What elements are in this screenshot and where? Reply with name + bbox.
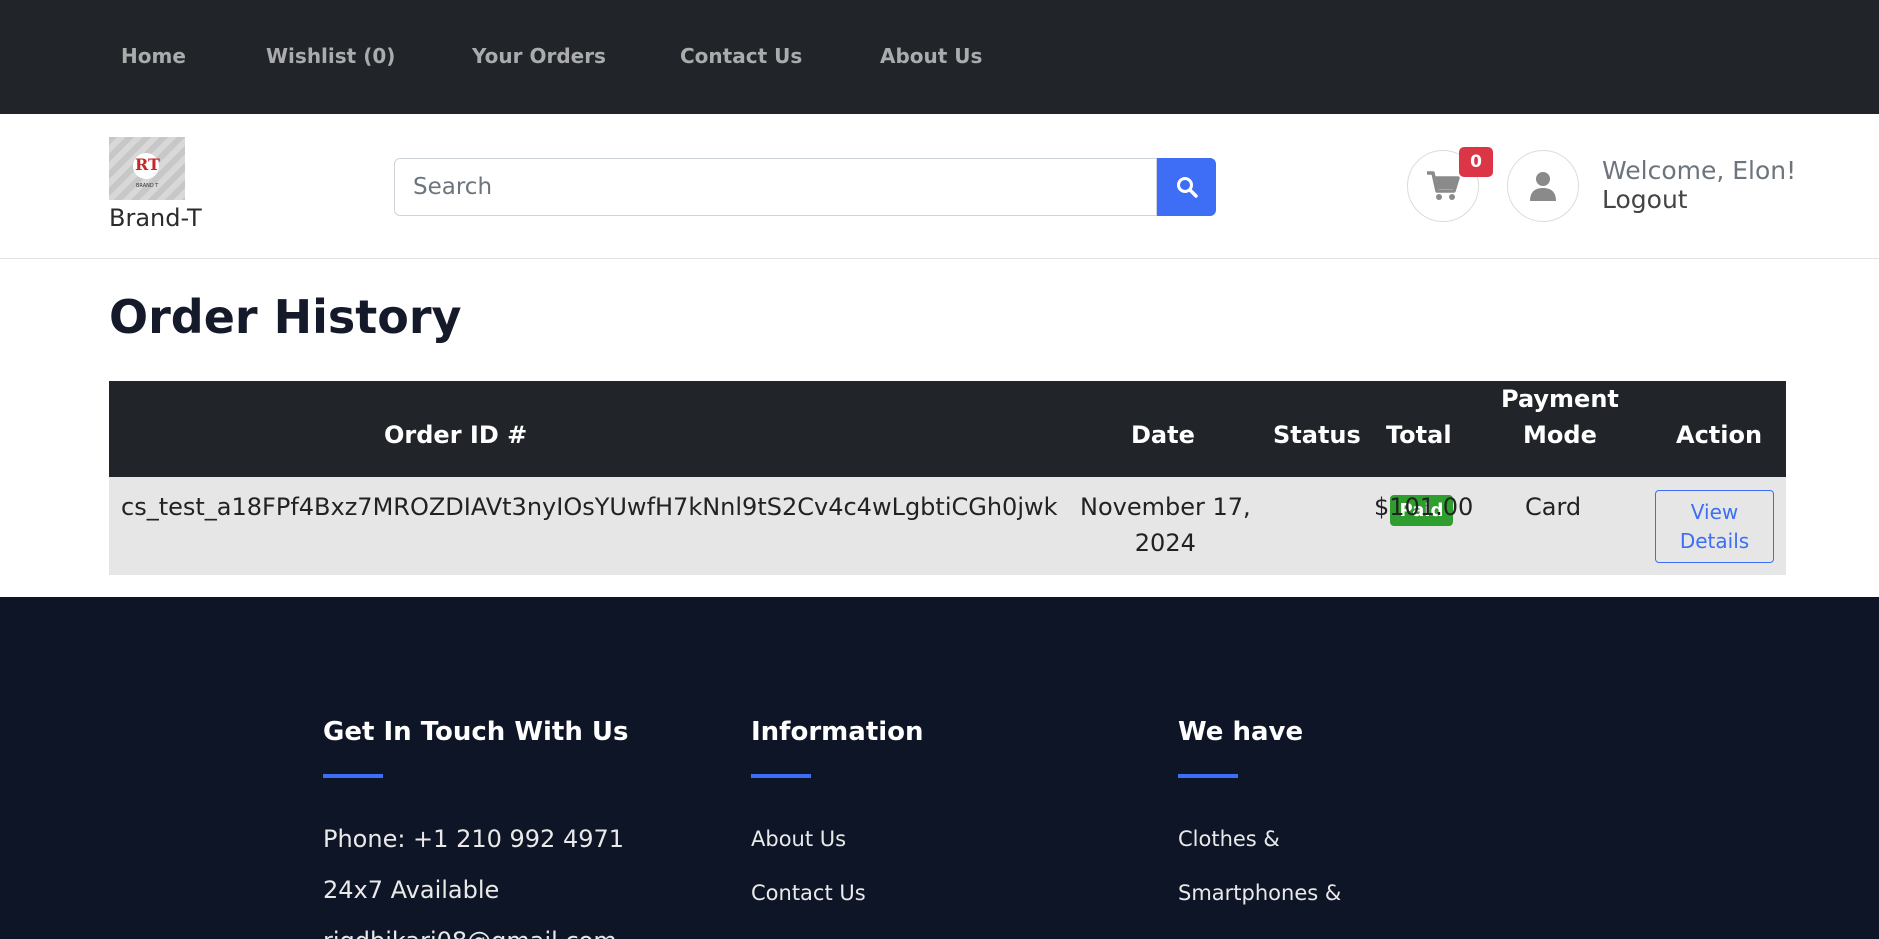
footer-availability: 24x7 Available: [323, 876, 500, 904]
col-total: Total: [1386, 421, 1452, 449]
cell-payment-mode: Card: [1525, 493, 1582, 521]
user-icon: [1530, 172, 1556, 201]
brand-logo[interactable]: RT BRAND T: [109, 137, 185, 200]
footer-contact-underline: [323, 774, 383, 778]
page-title: Order History: [109, 290, 462, 344]
site-header: RT BRAND T Brand-T 0 Welcome, Elon! Logo…: [0, 114, 1879, 259]
top-nav: Home Wishlist (0) Your Orders Contact Us…: [0, 0, 1879, 114]
nav-your-orders[interactable]: Your Orders: [472, 44, 606, 68]
nav-wishlist[interactable]: Wishlist (0): [266, 44, 395, 68]
cell-order-id: cs_test_a18FPf4Bxz7MROZDIAVt3nyIOsYUwfH7…: [121, 493, 1058, 521]
logo-subtext: BRAND T: [136, 183, 159, 189]
footer-link-clothes[interactable]: Clothes &: [1178, 827, 1280, 851]
cell-date-line1: November 17,: [1080, 493, 1251, 521]
logo-letters: RT: [135, 155, 160, 174]
cell-date: November 17, 2024: [1080, 489, 1251, 561]
table-row: cs_test_a18FPf4Bxz7MROZDIAVt3nyIOsYUwfH7…: [109, 477, 1786, 575]
col-payment-mode-line2: Mode: [1523, 421, 1597, 449]
welcome-text: Welcome, Elon!: [1602, 156, 1797, 185]
footer-email[interactable]: rigdbikari08@gmail.com: [323, 927, 617, 939]
col-order-id: Order ID #: [384, 421, 528, 449]
footer-link-contact[interactable]: Contact Us: [751, 881, 866, 905]
footer-link-smartphones[interactable]: Smartphones &: [1178, 881, 1341, 905]
footer-phone: Phone: +1 210 992 4971: [323, 825, 625, 853]
search-button[interactable]: [1157, 158, 1216, 216]
col-status: Status: [1273, 421, 1361, 449]
footer-wehave-title: We have: [1178, 717, 1304, 747]
view-details-line1: View: [1690, 499, 1739, 524]
footer-info-title: Information: [751, 717, 924, 747]
search-icon: [1176, 177, 1198, 198]
user-avatar[interactable]: [1507, 150, 1579, 222]
logout-link[interactable]: Logout: [1602, 185, 1688, 214]
view-details-label: View Details: [1680, 498, 1749, 556]
cell-total: $101.00: [1374, 493, 1474, 521]
footer-wehave-underline: [1178, 774, 1238, 778]
cart-icon: [1427, 171, 1460, 200]
col-payment-mode: Payment Mode: [1501, 381, 1619, 453]
table-header: Order ID # Date Status Total Payment Mod…: [109, 381, 1786, 477]
nav-contact-us[interactable]: Contact Us: [680, 44, 802, 68]
view-details-button[interactable]: View Details: [1655, 490, 1774, 563]
footer-contact-title: Get In Touch With Us: [323, 717, 629, 747]
nav-about-us[interactable]: About Us: [880, 44, 982, 68]
search-input[interactable]: [394, 158, 1157, 216]
footer-link-about[interactable]: About Us: [751, 827, 846, 851]
footer-info-underline: [751, 774, 811, 778]
col-action: Action: [1676, 421, 1763, 449]
cart-count-badge: 0: [1459, 147, 1493, 177]
col-date: Date: [1131, 421, 1195, 449]
site-footer: Get In Touch With Us Phone: +1 210 992 4…: [0, 597, 1879, 939]
col-payment-mode-line1: Payment: [1501, 385, 1619, 413]
nav-home[interactable]: Home: [121, 44, 186, 68]
cell-date-line2: 2024: [1134, 529, 1196, 557]
brand-name[interactable]: Brand-T: [109, 204, 202, 232]
view-details-line2: Details: [1679, 528, 1750, 553]
